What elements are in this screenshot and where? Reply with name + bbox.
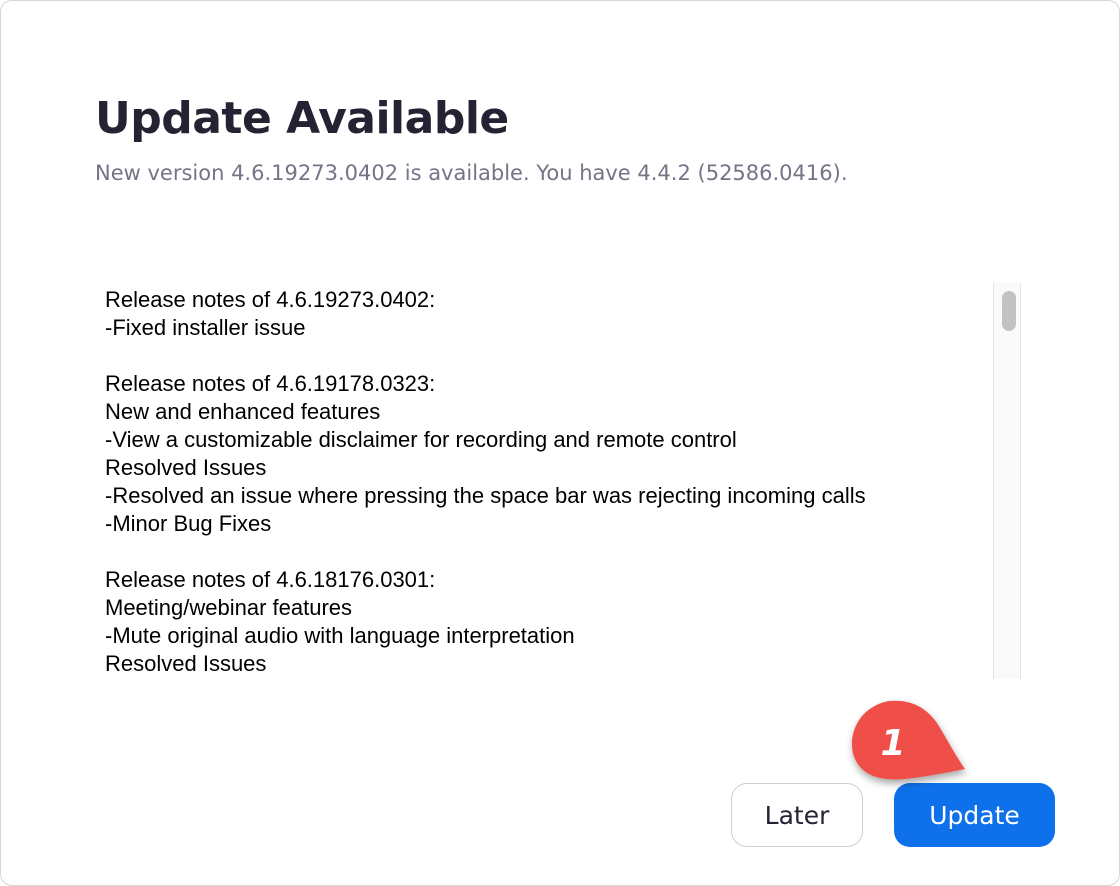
version-info-text: New version 4.6.19273.0402 is available.… — [95, 161, 848, 185]
callout-shape — [851, 700, 965, 780]
callout-step-number: 1 — [880, 723, 905, 764]
release-notes-line: New and enhanced features — [105, 399, 381, 424]
release-notes-line: Resolved Issues — [105, 455, 267, 480]
release-notes-spacer — [105, 342, 985, 370]
release-notes-panel[interactable]: Release notes of 4.6.19273.0402: -Fixed i… — [91, 283, 1023, 679]
release-notes-text: Release notes of 4.6.19273.0402: -Fixed i… — [105, 283, 985, 678]
release-notes-line: -View a customizable disclaimer for reco… — [105, 427, 737, 452]
release-notes-line: -Fixed installer issue — [105, 315, 306, 340]
step-callout-marker: 1 — [851, 700, 965, 780]
release-notes-line: -Mute original audio with language inter… — [105, 623, 575, 648]
release-notes-spacer — [105, 538, 985, 566]
scrollbar-track[interactable] — [993, 283, 1021, 679]
scrollbar-thumb[interactable] — [1002, 291, 1016, 331]
release-notes-line: -Resolved an issue where pressing the sp… — [105, 483, 866, 508]
release-notes-line: Release notes of 4.6.19273.0402: — [105, 287, 436, 312]
release-notes-line: Release notes of 4.6.19178.0323: — [105, 371, 436, 396]
update-dialog: Update Available New version 4.6.19273.0… — [0, 0, 1120, 886]
release-notes-line: Meeting/webinar features — [105, 595, 353, 620]
release-notes-line: Release notes of 4.6.18176.0301: — [105, 567, 436, 592]
release-notes-line: Resolved Issues — [105, 651, 267, 676]
release-notes-line: -Minor Bug Fixes — [105, 511, 272, 536]
dialog-title: Update Available — [95, 93, 509, 144]
